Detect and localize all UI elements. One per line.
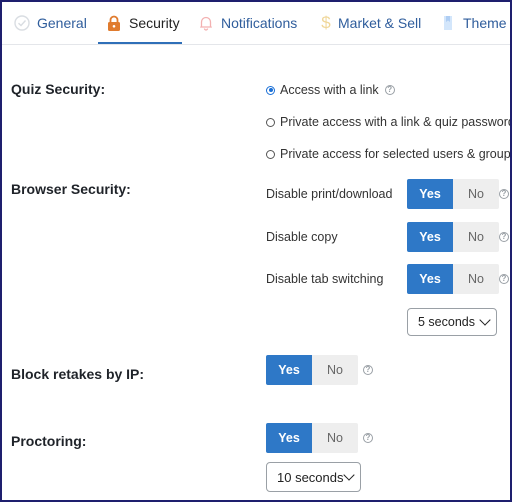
proctoring-toggle[interactable]: Yes No	[266, 423, 358, 453]
tab-security[interactable]: Security	[106, 2, 180, 44]
disable-copy-toggle[interactable]: Yes No	[407, 222, 499, 252]
disable-print-download-toggle[interactable]: Yes No	[407, 179, 499, 209]
proctoring-interval-select[interactable]: 10 seconds	[266, 462, 361, 492]
browser-security-label: Browser Security:	[11, 181, 131, 197]
radio-label: Private access with a link & quiz passwo…	[280, 115, 512, 129]
tab-notifications[interactable]: Notifications	[198, 2, 297, 44]
theme-icon	[440, 14, 456, 32]
tab-security-label: Security	[129, 15, 180, 31]
lock-icon	[106, 14, 122, 32]
help-icon[interactable]: ?	[384, 85, 395, 95]
yes-option[interactable]: Yes	[407, 222, 453, 252]
radio-label: Private access for selected users & grou…	[280, 147, 512, 161]
disable-copy-label: Disable copy	[266, 230, 338, 244]
no-option[interactable]: No	[453, 222, 499, 252]
bell-icon	[198, 14, 214, 32]
chevron-down-icon	[343, 469, 355, 481]
dollar-icon: $	[321, 13, 331, 32]
no-option[interactable]: No	[453, 264, 499, 294]
help-icon[interactable]: ?	[363, 433, 373, 443]
help-icon[interactable]: ?	[499, 232, 509, 242]
chevron-down-icon	[479, 314, 491, 326]
help-icon[interactable]: ?	[499, 189, 509, 199]
disable-tab-switching-label: Disable tab switching	[266, 272, 384, 286]
help-icon[interactable]: ?	[499, 274, 509, 284]
quiz-security-label: Quiz Security:	[11, 81, 106, 97]
yes-option[interactable]: Yes	[407, 264, 453, 294]
select-value: 10 seconds	[277, 469, 344, 485]
active-tab-indicator	[98, 42, 182, 44]
yes-option[interactable]: Yes	[407, 179, 453, 209]
radio-private-selected-users[interactable]: Private access for selected users & grou…	[266, 147, 512, 161]
select-value: 5 seconds	[418, 315, 475, 329]
tab-market-sell-label: Market & Sell	[338, 15, 422, 31]
radio-button[interactable]	[266, 117, 275, 127]
disable-print-download-label: Disable print/download	[266, 187, 393, 201]
radio-access-with-link[interactable]: Access with a link ?	[266, 83, 395, 97]
tab-general[interactable]: General	[14, 2, 87, 44]
tab-notifications-label: Notifications	[221, 15, 298, 31]
yes-option[interactable]: Yes	[266, 355, 312, 385]
disable-tab-switching-toggle[interactable]: Yes No	[407, 264, 499, 294]
block-retakes-label: Block retakes by IP:	[11, 366, 145, 382]
no-option[interactable]: No	[312, 355, 358, 385]
radio-button[interactable]	[266, 85, 275, 95]
tab-bar: General Security Notifications $ Market …	[2, 2, 510, 45]
tab-general-label: General	[37, 15, 87, 31]
tab-theme-label: Theme	[463, 15, 507, 31]
settings-window: General Security Notifications $ Market …	[0, 0, 512, 502]
tab-market-sell[interactable]: $ Market & Sell	[321, 2, 421, 44]
radio-label: Access with a link	[280, 83, 379, 97]
radio-button[interactable]	[266, 149, 275, 159]
no-option[interactable]: No	[453, 179, 499, 209]
no-option[interactable]: No	[312, 423, 358, 453]
proctoring-label: Proctoring:	[11, 433, 87, 449]
block-retakes-toggle[interactable]: Yes No	[266, 355, 358, 385]
tab-theme[interactable]: Theme	[440, 2, 507, 44]
tab-switch-delay-select[interactable]: 5 seconds	[407, 308, 497, 336]
radio-private-link-password[interactable]: Private access with a link & quiz passwo…	[266, 115, 512, 129]
check-circle-icon	[14, 14, 30, 32]
yes-option[interactable]: Yes	[266, 423, 312, 453]
help-icon[interactable]: ?	[363, 365, 373, 375]
